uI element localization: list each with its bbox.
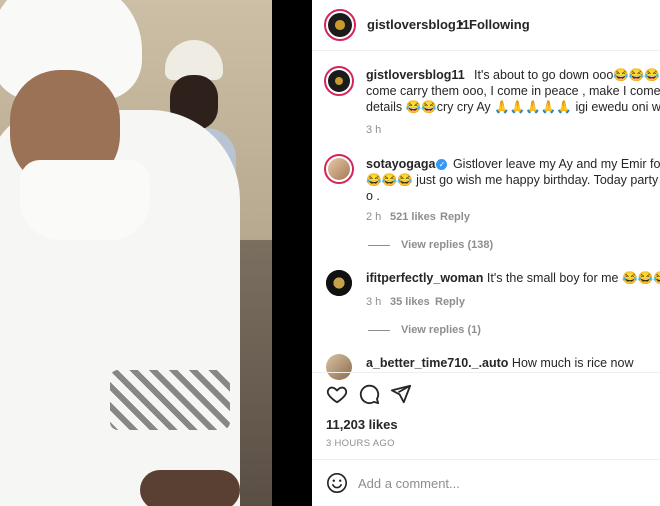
comment-line-1: It's the small boy for me 😂😂😂😂 — [486, 271, 660, 285]
comment-username[interactable]: ifitperfectly_woman — [366, 271, 483, 285]
caption-line-2: come carry them ooo, I come in peace , m… — [366, 84, 660, 98]
comment-header: sotayogaga ✓ Gistlover leave my Ay and my… — [366, 157, 660, 171]
comment-box-divider — [312, 459, 660, 460]
heart-icon[interactable] — [326, 383, 348, 405]
comment-line-1: Gistlover leave my Ay and my Emir for me — [452, 157, 660, 171]
comment-avatar-a-better-time[interactable] — [326, 354, 352, 380]
reply-line — [368, 245, 390, 246]
post-detail-panel: gistloversblog11 • Following gistloversb… — [312, 0, 660, 506]
comment-line-3: o . — [366, 189, 380, 203]
view-replies-button[interactable]: View replies (1) — [401, 324, 481, 336]
caption-time[interactable]: 3 h — [366, 124, 381, 136]
reply-button[interactable]: Reply — [435, 296, 465, 308]
comment-header: a_better_time710._.auto How much is rice… — [366, 356, 634, 370]
author-avatar[interactable] — [324, 9, 356, 41]
comment-time[interactable]: 3 h — [366, 296, 381, 308]
header-separator: • — [459, 16, 464, 31]
likes-count[interactable]: 11,203 likes — [326, 417, 398, 432]
post-header: gistloversblog11 • Following — [312, 0, 660, 51]
comment-username[interactable]: sotayogaga — [366, 157, 435, 171]
caption-avatar[interactable] — [324, 66, 354, 96]
reply-button[interactable]: Reply — [440, 211, 470, 223]
author-username[interactable]: gistloversblog11 — [367, 17, 470, 32]
add-comment-input[interactable] — [358, 473, 638, 493]
reply-line — [368, 330, 390, 331]
caption-line-3: details 😂😂cry cry Ay 🙏🙏🙏🙏🙏 igi ewedu oni… — [366, 100, 660, 114]
media-hand — [140, 470, 240, 506]
comment-time[interactable]: 2 h — [366, 211, 381, 223]
comment-header: ifitperfectly_woman It's the small boy f… — [366, 271, 660, 286]
comment-line-2: 😂😂😂 just go wish me happy birthday. Toda… — [366, 173, 660, 187]
comment-line-1: How much is rice now — [511, 356, 634, 370]
actions-divider — [312, 372, 660, 373]
caption-line-1: It's about to go down ooo😂😂😂😂 Sota — [474, 68, 660, 82]
post-media[interactable] — [0, 0, 272, 506]
emoji-icon[interactable] — [326, 472, 348, 494]
comment-likes[interactable]: 35 likes — [390, 296, 430, 308]
comment-likes[interactable]: 521 likes — [390, 211, 436, 223]
comment-username[interactable]: a_better_time710._.auto — [366, 356, 508, 370]
view-replies-button[interactable]: View replies (138) — [401, 239, 493, 251]
comment-avatar-sotayogaga[interactable] — [324, 154, 354, 184]
comment-icon[interactable] — [358, 383, 380, 405]
following-button[interactable]: Following — [469, 17, 530, 32]
media-veil — [20, 160, 150, 240]
verified-badge-icon: ✓ — [436, 159, 448, 170]
media-embroidery — [110, 370, 230, 430]
post-timestamp: 3 HOURS AGO — [326, 438, 395, 449]
share-icon[interactable] — [390, 383, 412, 405]
caption-username[interactable]: gistloversblog11 — [366, 68, 465, 82]
comment-avatar-ifitperfectly[interactable] — [326, 270, 352, 296]
